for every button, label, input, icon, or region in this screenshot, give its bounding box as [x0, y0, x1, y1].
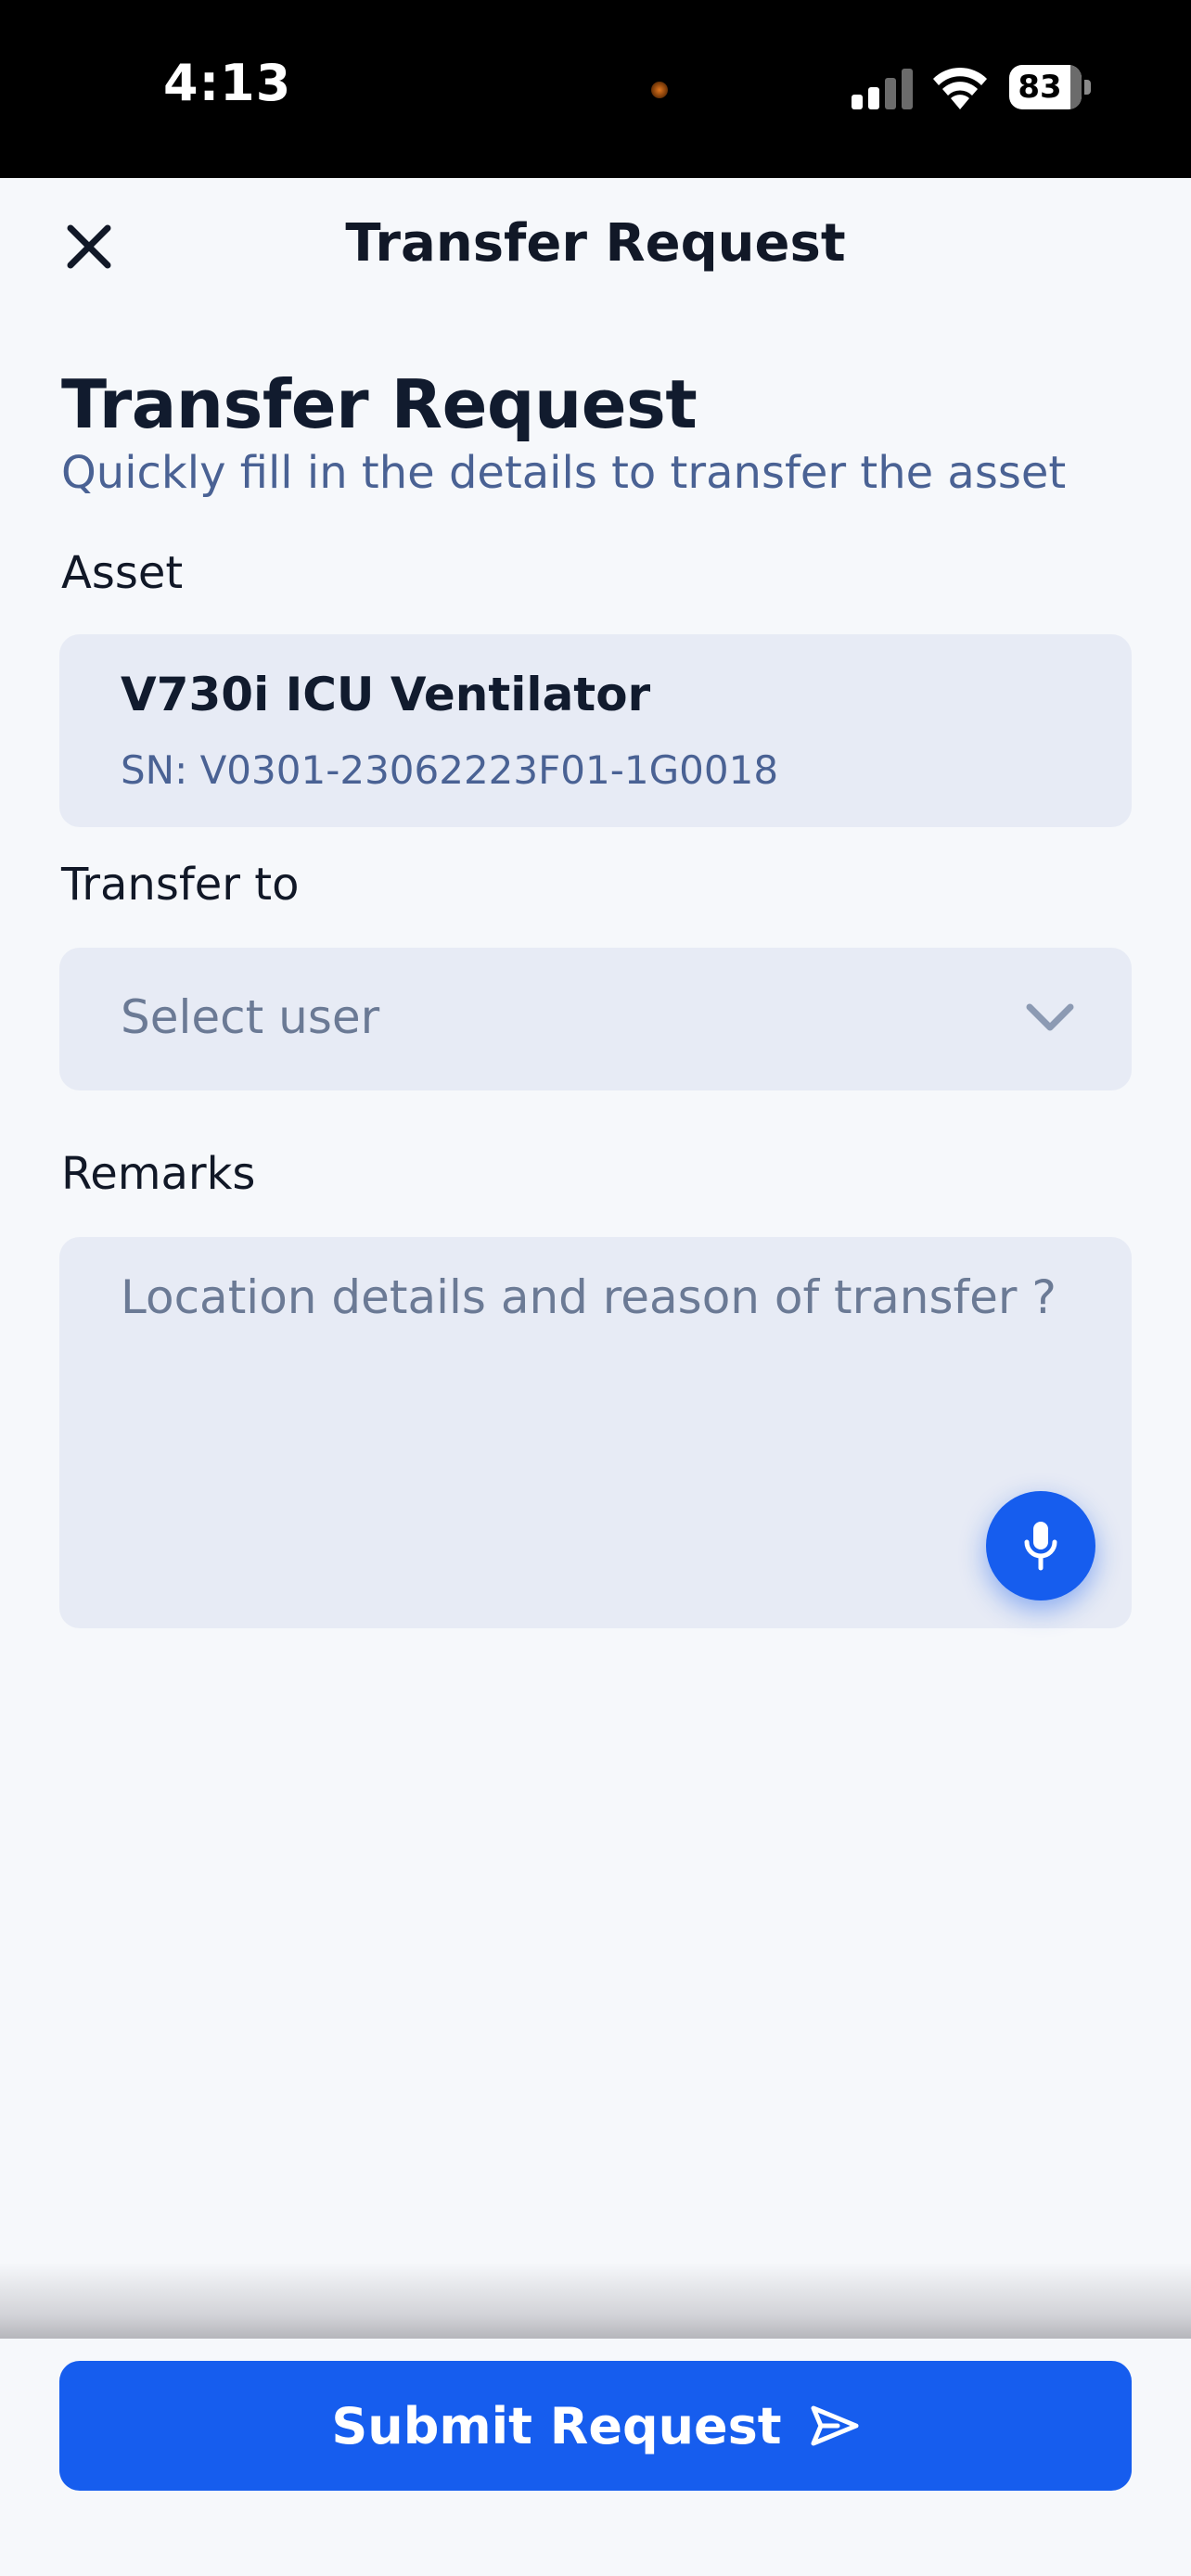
- bottom-action-bar: Submit Request: [0, 2339, 1191, 2576]
- wifi-icon: [933, 67, 987, 109]
- select-user-placeholder: Select user: [121, 990, 380, 1044]
- remarks-field-container: [59, 1237, 1132, 1628]
- camera-indicator-icon: [651, 82, 668, 98]
- nav-bar: Transfer Request: [0, 178, 1191, 317]
- submit-request-label: Submit Request: [331, 2396, 782, 2455]
- cellular-signal-icon: [852, 69, 913, 109]
- asset-serial-number: SN: V0301-23062223F01-1G0018: [121, 747, 779, 793]
- battery-level: 83: [1018, 69, 1062, 106]
- asset-name: V730i ICU Ventilator: [121, 668, 651, 721]
- page-subtitle: Quickly fill in the details to transfer …: [61, 447, 1067, 499]
- status-bar: 4:13 83: [0, 0, 1191, 178]
- asset-label: Asset: [61, 547, 184, 599]
- microphone-icon: [1024, 1522, 1057, 1571]
- select-user-dropdown[interactable]: Select user: [59, 948, 1132, 1090]
- voice-input-button[interactable]: [986, 1491, 1095, 1600]
- chevron-down-icon: [1026, 1003, 1074, 1031]
- nav-title: Transfer Request: [345, 213, 846, 274]
- remarks-input[interactable]: [121, 1270, 1067, 1567]
- status-time: 4:13: [163, 54, 292, 112]
- send-icon: [811, 2405, 859, 2446]
- bottom-bar-shadow: [0, 2263, 1191, 2339]
- remarks-label: Remarks: [61, 1148, 256, 1200]
- battery-icon: 83: [1009, 65, 1082, 109]
- battery-indicator: 83: [1009, 65, 1091, 109]
- submit-request-button[interactable]: Submit Request: [59, 2361, 1132, 2491]
- transfer-to-label: Transfer to: [61, 859, 300, 911]
- asset-card: V730i ICU Ventilator SN: V0301-23062223F…: [59, 634, 1132, 827]
- page-title: Transfer Request: [61, 365, 698, 443]
